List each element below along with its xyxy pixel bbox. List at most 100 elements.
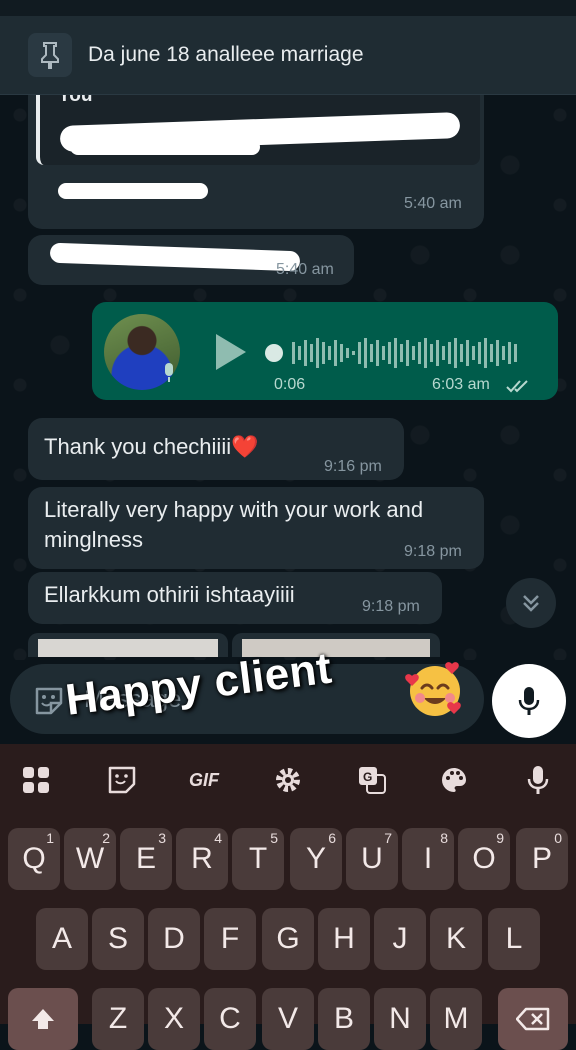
key-label: S: [107, 922, 128, 955]
quote-author: You: [58, 95, 93, 106]
key-e[interactable]: E3: [120, 828, 172, 890]
pinned-message-bar[interactable]: Da june 18 analleee marriage: [0, 16, 576, 95]
double-chevron-down-icon: [523, 595, 539, 612]
key-l[interactable]: L: [488, 908, 540, 970]
message-bubble-incoming[interactable]: Ellarkkum othirii ishtaayiiii 9:18 pm: [28, 572, 442, 624]
voice-duration: 0:06: [274, 376, 306, 393]
message-time: 5:40 am: [404, 195, 462, 212]
chat-area[interactable]: You 5:40 am 5:40 am 0:06 6:03 am Thank y…: [0, 95, 576, 660]
key-hint: 4: [214, 830, 222, 846]
key-r[interactable]: R4: [176, 828, 228, 890]
key-w[interactable]: W2: [64, 828, 116, 890]
key-hint: 5: [270, 830, 278, 846]
pinned-message-text: Da june 18 analleee marriage: [88, 43, 364, 66]
key-label: K: [445, 922, 466, 955]
key-label: E: [135, 842, 156, 875]
message-bubble-incoming[interactable]: Literally very happy with your work and …: [28, 487, 484, 569]
key-label: Q: [22, 842, 46, 875]
redaction-scribble: [70, 139, 260, 155]
key-label: O: [472, 842, 496, 875]
key-hint: 0: [554, 830, 562, 846]
key-label: N: [389, 1002, 411, 1035]
quoted-reply[interactable]: You: [36, 95, 480, 165]
pin-icon: [28, 33, 72, 77]
key-hint: 7: [384, 830, 392, 846]
key-label: T: [248, 842, 268, 875]
sticker-emoji-icon[interactable]: [32, 684, 66, 718]
key-p[interactable]: P0: [516, 828, 568, 890]
message-time: 9:16 pm: [324, 458, 382, 475]
palette-icon[interactable]: [432, 758, 476, 802]
key-v[interactable]: V: [262, 988, 314, 1050]
key-label: Z: [108, 1002, 128, 1035]
key-y[interactable]: Y6: [290, 828, 342, 890]
key-label: I: [423, 842, 433, 875]
key-z[interactable]: Z: [92, 988, 144, 1050]
key-m[interactable]: M: [430, 988, 482, 1050]
backspace-key[interactable]: [498, 988, 568, 1050]
key-label: X: [163, 1002, 184, 1035]
key-f[interactable]: F: [204, 908, 256, 970]
key-label: G: [276, 922, 300, 955]
key-label: C: [219, 1002, 241, 1035]
key-label: W: [75, 842, 105, 875]
shift-icon: [32, 1009, 54, 1029]
key-s[interactable]: S: [92, 908, 144, 970]
key-hint: 9: [496, 830, 504, 846]
image-preview: [38, 639, 218, 657]
shift-key[interactable]: [8, 988, 78, 1050]
translate-icon[interactable]: G: [350, 758, 394, 802]
key-x[interactable]: X: [148, 988, 200, 1050]
message-time: 6:03 am: [432, 376, 490, 393]
key-c[interactable]: C: [204, 988, 256, 1050]
key-q[interactable]: Q1: [8, 828, 60, 890]
play-icon[interactable]: [212, 332, 248, 372]
key-h[interactable]: H: [318, 908, 370, 970]
key-j[interactable]: J: [374, 908, 426, 970]
message-bubble-incoming[interactable]: 5:40 am: [28, 235, 354, 285]
message-time: 5:40 am: [276, 261, 334, 278]
gif-button[interactable]: GIF: [182, 758, 226, 802]
key-b[interactable]: B: [318, 988, 370, 1050]
voice-message-bubble[interactable]: 0:06 6:03 am: [92, 302, 558, 400]
key-o[interactable]: O9: [458, 828, 510, 890]
waveform[interactable]: [264, 336, 534, 370]
key-label: P: [531, 842, 552, 875]
message-text: Ellarkkum othirii ishtaayiiii: [44, 582, 295, 607]
key-label: F: [220, 922, 240, 955]
apps-grid-icon[interactable]: [14, 758, 58, 802]
key-label: L: [505, 922, 523, 955]
mic-button[interactable]: [492, 664, 566, 738]
redaction-scribble: [58, 183, 208, 199]
message-time: 9:18 pm: [404, 543, 462, 560]
key-label: D: [163, 922, 185, 955]
keyboard: GIF G Q1 W2 E3 R4 T5 Y6 U7 I8 O9 P 0 A S…: [0, 744, 576, 1050]
key-hint: 2: [102, 830, 110, 846]
key-g[interactable]: G: [262, 908, 314, 970]
svg-text:G: G: [363, 770, 372, 784]
key-label: J: [392, 922, 408, 955]
key-a[interactable]: A: [36, 908, 88, 970]
image-message-thumbnail[interactable]: [28, 633, 228, 657]
settings-icon[interactable]: [266, 758, 310, 802]
scroll-to-bottom-button[interactable]: [506, 578, 556, 628]
message-bubble-incoming[interactable]: You 5:40 am: [28, 95, 484, 229]
key-label: M: [443, 1002, 469, 1035]
key-k[interactable]: K: [430, 908, 482, 970]
key-n[interactable]: N: [374, 988, 426, 1050]
message-text: Thank you chechiiii❤️: [44, 434, 259, 459]
message-bubble-incoming[interactable]: Thank you chechiiii❤️ 9:16 pm: [28, 418, 404, 480]
sticker-icon[interactable]: [100, 758, 144, 802]
key-label: B: [333, 1002, 354, 1035]
voice-input-icon[interactable]: [516, 758, 560, 802]
backspace-icon: [516, 1007, 550, 1031]
key-d[interactable]: D: [148, 908, 200, 970]
key-i[interactable]: I8: [402, 828, 454, 890]
key-u[interactable]: U7: [346, 828, 398, 890]
key-label: A: [51, 922, 72, 955]
key-label: H: [333, 922, 355, 955]
message-text: Literally very happy with your work and …: [44, 497, 424, 552]
key-t[interactable]: T5: [232, 828, 284, 890]
smiling-face-with-hearts-icon: [405, 662, 461, 716]
redaction-scribble: [49, 242, 301, 272]
